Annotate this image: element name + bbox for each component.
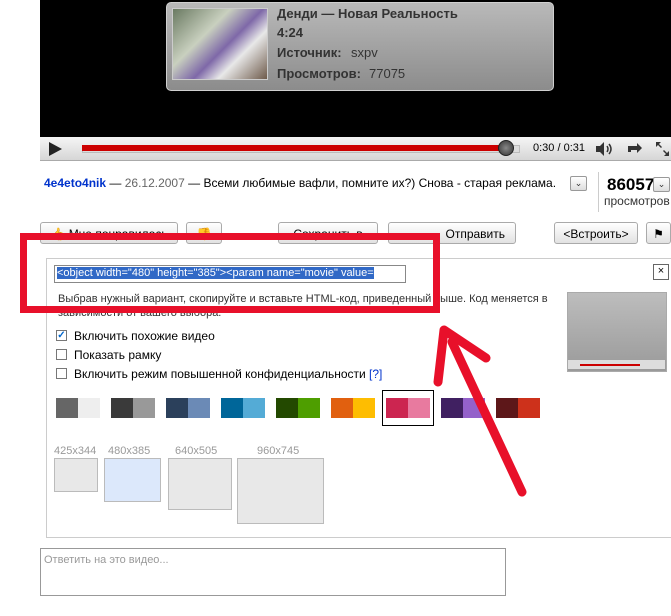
play-icon[interactable] [46, 140, 64, 158]
overlay-views-label: Просмотров: [277, 66, 361, 81]
author-link[interactable]: 4e4eto4nik [44, 176, 106, 190]
color-swatch-half [188, 398, 210, 418]
divider [598, 172, 599, 212]
size-option-425[interactable] [54, 458, 98, 492]
size-option-480[interactable] [104, 458, 161, 502]
privacy-help-link[interactable]: [?] [369, 367, 382, 381]
color-swatch-half [276, 398, 298, 418]
related-videos-label: Включить похожие видео [74, 329, 215, 343]
color-swatch-half [353, 398, 375, 418]
expand-description-button[interactable]: ⌄ [570, 176, 587, 191]
color-swatch-half [56, 398, 78, 418]
reply-textarea[interactable]: Ответить на это видео... [40, 548, 506, 596]
overlay-views-value: 77075 [369, 66, 406, 81]
view-count-label: просмотров [604, 194, 670, 208]
annotation-arrow [433, 325, 527, 497]
color-swatch-half [133, 398, 155, 418]
flag-icon: ⚑ [653, 227, 664, 241]
color-swatch-half [243, 398, 265, 418]
time-display: 0:30 / 0:31 [533, 142, 585, 154]
check-icon: ✓ [57, 330, 66, 341]
progress-fill [82, 145, 505, 151]
preview-progress [580, 364, 640, 366]
color-swatch-half [78, 398, 100, 418]
separator: — [184, 176, 204, 190]
description-text: Всеми любимые вафли, помните их?) Снова … [203, 176, 557, 190]
color-swatch[interactable] [166, 398, 210, 418]
size-label-640: 640x505 [175, 445, 218, 457]
size-option-640[interactable] [168, 458, 232, 510]
embed-label: <Встроить> [563, 227, 629, 241]
overlay-source-value: sxpv [351, 45, 378, 60]
color-swatch[interactable] [221, 398, 265, 418]
video-description: 4e4eto4nik — 26.12.2007 — Всеми любимые … [44, 176, 574, 191]
color-swatch-half [166, 398, 188, 418]
size-label-480: 480x385 [108, 445, 151, 457]
color-swatch[interactable] [386, 398, 430, 418]
video-thumbnail[interactable] [172, 8, 268, 80]
color-swatch[interactable] [276, 398, 320, 418]
fullscreen-icon[interactable] [654, 140, 671, 158]
related-videos-checkbox[interactable]: ✓ [56, 330, 67, 341]
color-swatch[interactable] [56, 398, 100, 418]
size-label-425: 425x344 [54, 445, 97, 457]
color-swatch[interactable] [331, 398, 375, 418]
close-icon: × [657, 265, 665, 277]
color-swatch-half [386, 398, 408, 418]
view-count: 86057 [607, 175, 655, 194]
scrub-handle[interactable] [498, 140, 514, 156]
share-label: Отправить [445, 227, 505, 241]
privacy-mode-checkbox[interactable] [56, 368, 67, 379]
expand-stats-button[interactable]: ⌄ [653, 177, 670, 192]
color-swatch[interactable] [111, 398, 155, 418]
color-swatch-half [111, 398, 133, 418]
overlay-source-label: Источник: [277, 45, 342, 60]
embed-button[interactable]: <Встроить> [554, 222, 638, 244]
color-swatch-half [221, 398, 243, 418]
overlay-title: Денди — Новая Реальность [277, 6, 458, 21]
overlay-duration: 4:24 [277, 25, 304, 40]
color-swatch-half [331, 398, 353, 418]
size-option-960[interactable] [237, 458, 324, 524]
show-border-label: Показать рамку [74, 348, 162, 362]
popout-icon[interactable] [625, 140, 645, 158]
color-swatch-half [298, 398, 320, 418]
separator: — [106, 176, 125, 190]
annotation-highlight-box [20, 233, 440, 313]
color-swatch-half [408, 398, 430, 418]
chevron-down-icon: ⌄ [574, 178, 583, 188]
close-panel-button[interactable]: × [653, 264, 669, 280]
size-label-960: 960x745 [257, 445, 300, 457]
volume-icon[interactable] [594, 141, 616, 157]
show-border-checkbox[interactable] [56, 349, 67, 360]
flag-button[interactable]: ⚑ [646, 222, 671, 244]
upload-date: 26.12.2007 [124, 176, 185, 190]
chevron-down-icon: ⌄ [657, 179, 666, 189]
privacy-mode-text: Включить режим повышенной конфиденциальн… [74, 367, 366, 381]
reply-placeholder: Ответить на это видео... [44, 554, 169, 566]
privacy-mode-label: Включить режим повышенной конфиденциальн… [74, 367, 382, 381]
